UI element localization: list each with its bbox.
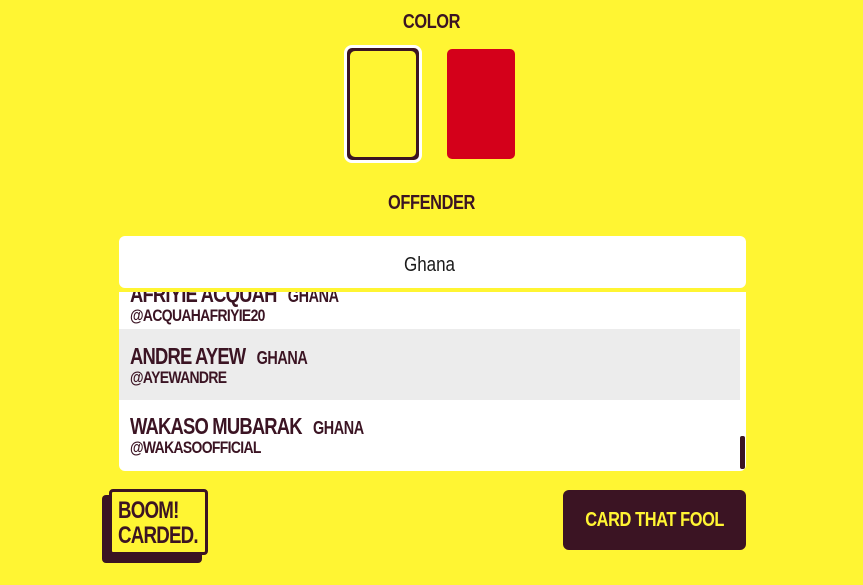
player-handle: @AYEWANDRE [130, 368, 227, 387]
red-card-option[interactable] [447, 49, 515, 159]
logo-line-2: CARDED. [118, 522, 199, 549]
results-scrollbar[interactable] [740, 436, 745, 469]
logo-line-1: BOOM! [118, 497, 179, 524]
player-handle: @ACQUAHAFRIYIE20 [130, 306, 265, 325]
list-item[interactable]: ANDRE AYEW GHANA @AYEWANDRE [119, 329, 740, 400]
player-name-line: ANDRE AYEW GHANA [130, 343, 308, 370]
card-that-fool-button[interactable]: CARD THAT FOOL [563, 490, 746, 550]
player-handle: @WAKASOOFFICIAL [130, 438, 261, 457]
boom-carded-logo: BOOM! CARDED. [102, 489, 210, 565]
player-country: GHANA [287, 292, 339, 306]
player-name: WAKASO MUBARAK [130, 413, 303, 439]
list-item[interactable]: WAKASO MUBARAK GHANA @WAKASOOFFICIAL [119, 400, 740, 471]
offender-search-input[interactable] [119, 236, 746, 288]
logo-text: BOOM! CARDED. [118, 497, 199, 549]
card-button-label: CARD THAT FOOL [585, 508, 724, 531]
player-name: ANDRE AYEW [130, 343, 246, 369]
color-section-title: COLOR [402, 11, 461, 33]
offender-section-title: OFFENDER [388, 192, 475, 214]
yellow-card-option[interactable] [344, 45, 422, 163]
list-item[interactable]: AFRIYIE ACQUAH GHANA @ACQUAHAFRIYIE20 [119, 292, 740, 325]
player-country: GHANA [256, 348, 308, 368]
offender-results-list[interactable]: AFRIYIE ACQUAH GHANA @ACQUAHAFRIYIE20 AND… [119, 292, 746, 471]
player-name-line: WAKASO MUBARAK GHANA [130, 413, 364, 440]
yellow-card-swatch [350, 51, 416, 157]
player-country: GHANA [312, 418, 364, 438]
player-name: AFRIYIE ACQUAH [130, 292, 277, 307]
